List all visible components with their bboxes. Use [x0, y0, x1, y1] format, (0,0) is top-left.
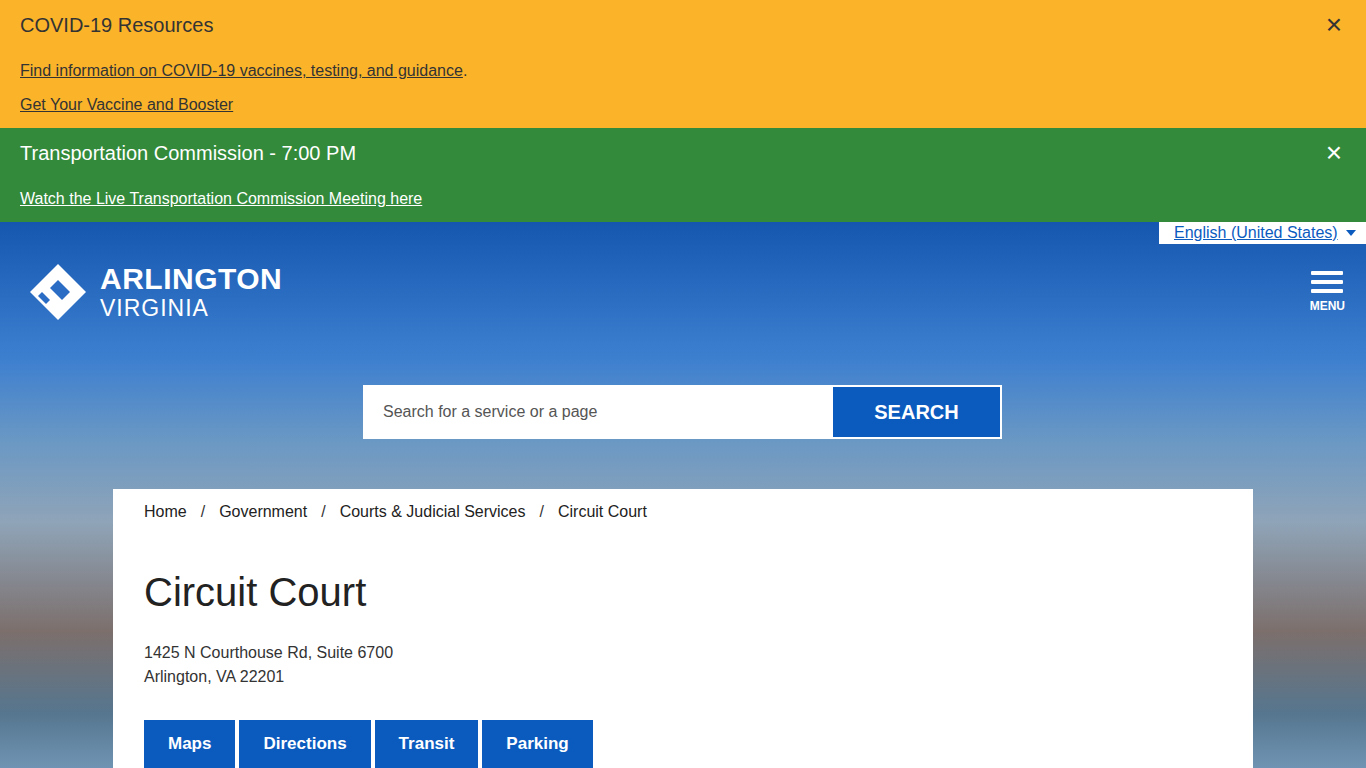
address-line: 1425 N Courthouse Rd, Suite 6700	[144, 641, 1222, 665]
language-row: English (United States)	[0, 222, 1366, 244]
address: 1425 N Courthouse Rd, Suite 6700Arlingto…	[144, 641, 1222, 689]
breadcrumb-item[interactable]: Government	[219, 502, 307, 522]
page: COVID-19 Resources Find information on CO…	[0, 0, 1366, 768]
alert-link[interactable]: Find information on COVID-19 vaccines, t…	[20, 62, 463, 79]
alert-link[interactable]: Get Your Vaccine and Booster	[20, 96, 233, 113]
page-title: Circuit Court	[144, 568, 1222, 616]
breadcrumb-separator: /	[539, 502, 543, 522]
hamburger-icon	[1311, 271, 1343, 293]
logo[interactable]: ARLINGTONVIRGINIA	[28, 262, 282, 322]
menu-label: MENU	[1310, 299, 1345, 313]
alert-title: COVID-19 Resources	[20, 13, 467, 37]
search-button[interactable]: SEARCH	[831, 385, 1002, 439]
alert-line: Get Your Vaccine and Booster	[20, 95, 467, 115]
content-card: Home / Government / Courts & Judicial Servic…	[113, 489, 1253, 768]
search-bar: SEARCH	[363, 385, 1002, 439]
breadcrumb-separator: /	[201, 502, 205, 522]
breadcrumb-item[interactable]: Courts & Judicial Services	[340, 502, 526, 522]
search-input[interactable]	[363, 385, 831, 439]
close-button[interactable]: ×	[1322, 141, 1346, 165]
breadcrumb: Home / Government / Courts & Judicial Servic…	[144, 502, 1222, 522]
close-button[interactable]: ×	[1322, 13, 1346, 37]
menu-button[interactable]: MENU	[1310, 271, 1345, 313]
alert-banner: COVID-19 Resources Find information on CO…	[0, 0, 1366, 128]
action-button[interactable]: Parking	[482, 720, 592, 768]
breadcrumb-separator: /	[321, 502, 325, 522]
alert-line: Find information on COVID-19 vaccines, t…	[20, 61, 467, 81]
alert-content: COVID-19 Resources Find information on CO…	[20, 13, 467, 115]
action-buttons: MapsDirectionsTransitParking	[144, 720, 1222, 768]
breadcrumb-item[interactable]: Circuit Court	[558, 502, 647, 522]
logo-name: ARLINGTON	[100, 263, 282, 295]
logo-sub: VIRGINIA	[100, 295, 282, 321]
language-select[interactable]: English (United States)	[1159, 222, 1366, 244]
logo-text: ARLINGTONVIRGINIA	[100, 263, 282, 321]
alert-line: Watch the Live Transportation Commission…	[20, 189, 422, 209]
address-line: Arlington, VA 22201	[144, 665, 1222, 689]
diamond-logo-icon	[28, 262, 88, 322]
action-button[interactable]: Maps	[144, 720, 235, 768]
alert-link[interactable]: Watch the Live Transportation Commission…	[20, 190, 422, 207]
alert-content: Transportation Commission - 7:00 PM Watch…	[20, 141, 422, 209]
alert-title: Transportation Commission - 7:00 PM	[20, 141, 422, 165]
language-label: English (United States)	[1174, 224, 1338, 242]
action-button[interactable]: Transit	[375, 720, 479, 768]
alert-suffix: .	[463, 62, 467, 79]
caret-icon	[1346, 230, 1356, 236]
action-button[interactable]: Directions	[239, 720, 370, 768]
header: ARLINGTONVIRGINIA MENU	[0, 262, 1366, 322]
breadcrumb-item[interactable]: Home	[144, 502, 187, 522]
hero: English (United States) ARLINGTONVIRGINIA…	[0, 222, 1366, 768]
alert-banner: Transportation Commission - 7:00 PM Watch…	[0, 128, 1366, 222]
